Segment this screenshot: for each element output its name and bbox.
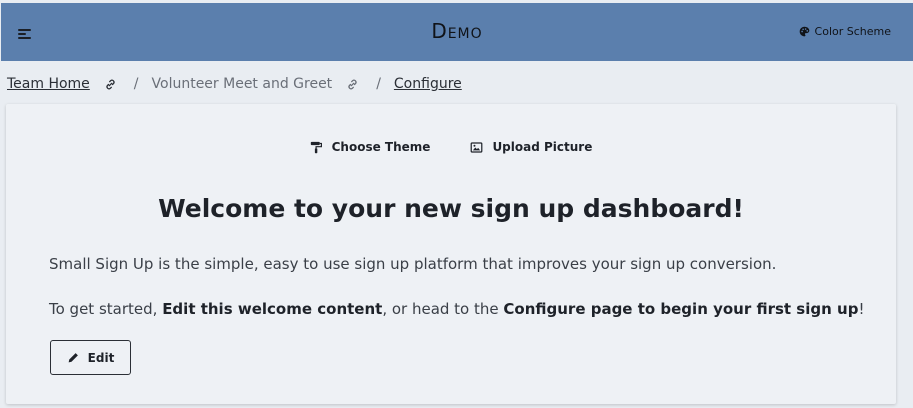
p2-prefix: To get started, <box>49 300 163 318</box>
breadcrumb-separator: / <box>376 76 381 92</box>
p2-suffix: ! <box>858 300 865 318</box>
palette-icon <box>799 26 809 37</box>
edit-content-emphasis: Edit this welcome content <box>162 300 383 318</box>
choose-theme-button[interactable]: Choose Theme <box>310 140 431 154</box>
welcome-title: Welcome to your new sign up dashboard! <box>158 194 744 223</box>
choose-theme-label: Choose Theme <box>331 140 431 154</box>
getting-started-paragraph: To get started, Edit this welcome conten… <box>49 300 864 318</box>
app-title: Demo <box>431 19 483 43</box>
breadcrumb-volunteer-meet: Volunteer Meet and Greet <box>151 76 333 92</box>
breadcrumb-configure[interactable]: Configure <box>394 76 462 92</box>
intro-paragraph: Small Sign Up is the simple, easy to use… <box>49 255 777 273</box>
breadcrumb: Team Home / Volunteer Meet and Greet / C… <box>7 74 462 94</box>
pencil-icon <box>68 352 78 362</box>
p2-middle: , or head to the <box>382 300 504 318</box>
upload-picture-button[interactable]: Upload Picture <box>470 140 592 154</box>
link-icon[interactable] <box>346 78 359 91</box>
card-toolbar: Choose Theme Upload Picture <box>6 140 896 154</box>
color-scheme-button[interactable]: Color Scheme <box>799 25 891 38</box>
breadcrumb-separator: / <box>133 76 139 92</box>
image-icon <box>471 141 483 153</box>
welcome-card: Choose Theme Upload Picture Welcome to y… <box>6 104 896 404</box>
breadcrumb-team-home[interactable]: Team Home <box>7 76 90 92</box>
configure-page-emphasis: Configure page to begin your first sign … <box>503 300 859 318</box>
link-icon[interactable] <box>104 78 117 91</box>
top-app-bar: Demo Color Scheme <box>0 0 913 61</box>
upload-picture-label: Upload Picture <box>492 140 593 154</box>
edit-label: Edit <box>87 350 115 365</box>
color-scheme-label: Color Scheme <box>814 25 891 38</box>
edit-button[interactable]: Edit <box>50 340 131 375</box>
paint-roller-icon <box>310 141 322 153</box>
